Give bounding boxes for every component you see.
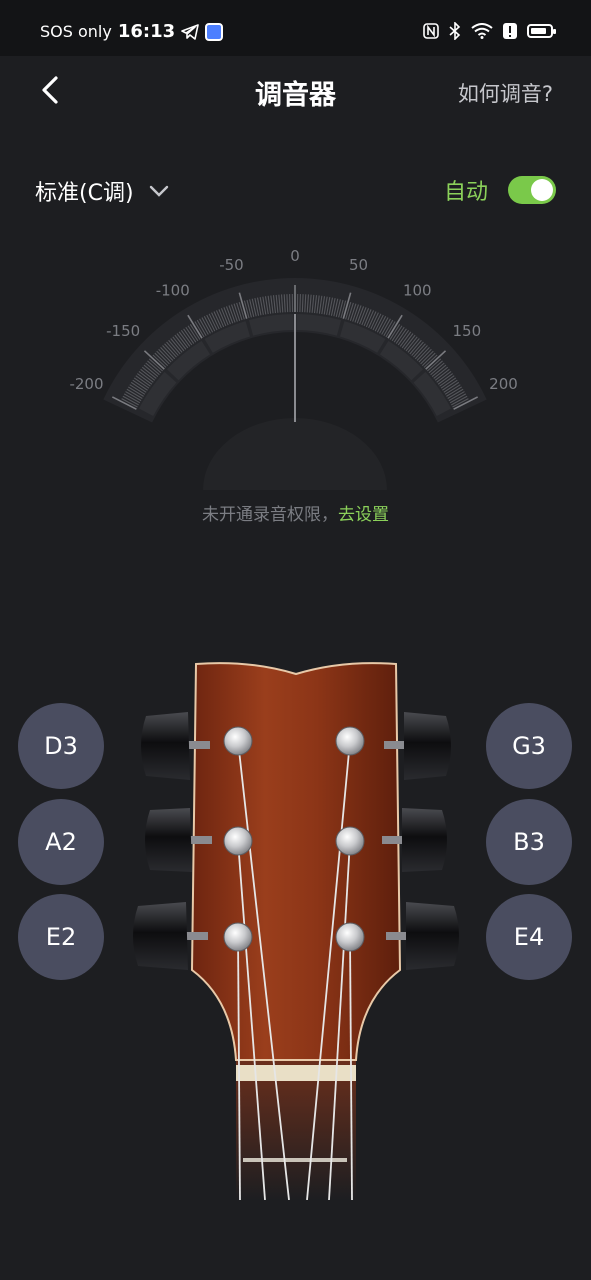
tuning-mode-dropdown[interactable]: 标准(C调) — [35, 175, 170, 207]
nfc-icon — [423, 23, 439, 39]
string-button-d3[interactable]: D3 — [18, 703, 104, 789]
gauge-label: 150 — [453, 322, 482, 340]
clock: 16:13 — [117, 21, 176, 42]
gauge-label: -150 — [106, 322, 140, 340]
battery-icon — [527, 24, 556, 38]
gauge-tick — [301, 294, 304, 313]
auto-mode-control: 自动 — [444, 174, 556, 206]
app-header: 调音器 如何调音? — [0, 56, 591, 126]
string-button-a2[interactable]: A2 — [18, 799, 104, 885]
permission-hint-text: 未开通录音权限， — [202, 505, 338, 525]
gauge-hub — [203, 418, 387, 490]
status-bar: SOS only 16:13 — [0, 0, 591, 56]
gauge-tick — [286, 294, 289, 313]
bluetooth-icon — [449, 22, 461, 40]
auto-label: 自动 — [443, 180, 488, 205]
go-settings-link[interactable]: 去设置 — [338, 505, 389, 525]
guitar-nut — [236, 1065, 356, 1081]
gauge-label: 100 — [403, 281, 432, 299]
tuner-gauge: -200 -150 -100 -50 0 50 100 150 200 — [69, 247, 518, 490]
headstock-body — [190, 662, 402, 1061]
wifi-icon — [471, 23, 493, 39]
gauge-label: 0 — [290, 247, 300, 265]
string-button-e2[interactable]: E2 — [18, 894, 104, 980]
alert-icon — [503, 23, 517, 39]
permission-hint: 未开通录音权限，去设置 — [0, 500, 591, 525]
string-button-b3[interactable]: B3 — [486, 799, 572, 885]
chevron-down-icon — [149, 185, 168, 197]
how-to-tune-link[interactable]: 如何调音? — [458, 78, 553, 108]
tuning-mode-label: 标准(C调) — [35, 181, 134, 206]
gauge-label: 200 — [489, 375, 518, 393]
gauge-label: 50 — [349, 256, 368, 274]
telegram-icon — [181, 23, 199, 40]
string-button-g3[interactable]: G3 — [486, 703, 572, 789]
string-button-e4[interactable]: E4 — [486, 894, 572, 980]
shield-icon — [205, 22, 224, 41]
gauge-label: -100 — [156, 281, 190, 299]
auto-toggle[interactable] — [508, 176, 556, 204]
gauge-label: -200 — [69, 375, 103, 393]
gauge-label: -50 — [219, 256, 244, 274]
carrier-text: SOS only — [40, 22, 112, 41]
